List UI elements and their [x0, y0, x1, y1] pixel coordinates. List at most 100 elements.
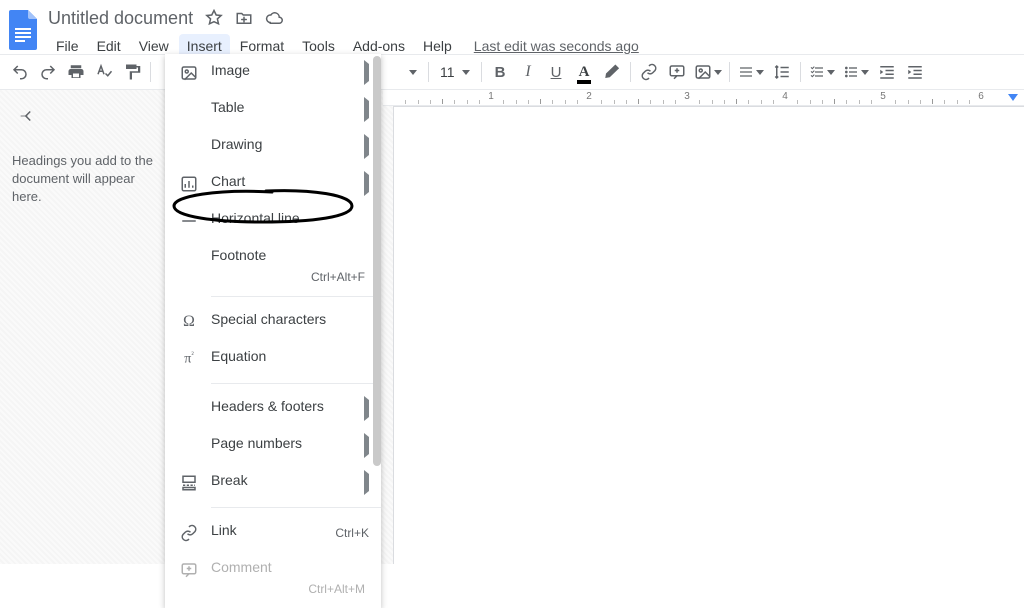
chevron-down-icon	[861, 70, 869, 75]
menu-separator	[211, 383, 381, 384]
insert-menu-item-image[interactable]: Image	[165, 54, 381, 91]
toolbar-separator	[428, 62, 429, 82]
insert-menu-item-label: Chart	[211, 173, 371, 191]
omega-icon: Ω	[179, 312, 199, 332]
insert-menu-item-chart[interactable]: Chart	[165, 165, 381, 202]
insert-menu-item-label: Break	[211, 472, 371, 490]
underline-button[interactable]: U	[542, 58, 570, 86]
insert-menu-shortcut: Ctrl+K	[335, 526, 369, 540]
submenu-arrow-icon	[364, 101, 369, 119]
highlight-color-button[interactable]	[598, 58, 626, 86]
insert-image-button[interactable]	[691, 58, 725, 86]
chevron-down-icon	[714, 70, 722, 75]
insert-menu-item-headers-footers[interactable]: Headers & footers	[165, 390, 381, 427]
toolbar: 11 B I U A	[0, 54, 1024, 90]
toolbar-separator	[729, 62, 730, 82]
toolbar-separator	[630, 62, 631, 82]
insert-menu-item-label: Page numbers	[211, 435, 371, 453]
ruler-number: 1	[488, 91, 494, 102]
print-button[interactable]	[62, 58, 90, 86]
insert-menu-item-label: Drawing	[211, 136, 371, 154]
outline-empty-tip: Headings you add to the document will ap…	[12, 152, 153, 207]
footnote-icon	[179, 248, 199, 268]
submenu-arrow-icon	[364, 138, 369, 156]
submenu-arrow-icon	[364, 400, 369, 418]
chevron-down-icon	[462, 70, 470, 75]
toolbar-separator	[800, 62, 801, 82]
menu-separator	[211, 507, 381, 508]
submenu-arrow-icon	[364, 175, 369, 193]
insert-menu-dropdown: Image Table Drawing Chart Horizontal line Foo…	[165, 54, 381, 608]
text-color-button[interactable]: A	[570, 58, 598, 86]
move-icon[interactable]	[235, 9, 253, 27]
chart-icon	[179, 174, 199, 194]
pagenum-icon	[179, 436, 199, 456]
checklist-button[interactable]	[805, 58, 839, 86]
submenu-arrow-icon	[364, 437, 369, 455]
chevron-down-icon	[409, 70, 417, 75]
last-edit-link[interactable]: Last edit was seconds ago	[474, 38, 639, 54]
redo-button[interactable]	[34, 58, 62, 86]
insert-menu-item-label: Horizontal line	[211, 210, 371, 228]
table-icon	[179, 100, 199, 120]
italic-button[interactable]: I	[514, 58, 542, 86]
chevron-down-icon	[827, 70, 835, 75]
cloud-status-icon[interactable]	[265, 9, 283, 27]
decrease-indent-button[interactable]	[873, 58, 901, 86]
pi-icon: π²	[179, 349, 199, 369]
insert-menu-item-table[interactable]: Table	[165, 91, 381, 128]
insert-menu-item-link[interactable]: LinkCtrl+K	[165, 514, 381, 551]
insert-menu-item-label: Special characters	[211, 311, 371, 329]
insert-menu-item-label: Image	[211, 62, 371, 80]
ruler-number: 2	[586, 91, 592, 102]
ruler-right-indent-icon[interactable]	[1008, 94, 1018, 101]
insert-menu-item-equation[interactable]: π²Equation	[165, 340, 381, 377]
menu-separator	[211, 296, 381, 297]
font-size-value: 11	[440, 64, 455, 80]
font-size-select[interactable]: 11	[433, 59, 477, 85]
ruler-number: 6	[978, 91, 984, 102]
titlebar: Untitled document File Edit View Insert …	[0, 0, 1024, 54]
bold-button[interactable]: B	[486, 58, 514, 86]
insert-menu-item-special-characters[interactable]: Ω Special characters	[165, 303, 381, 340]
align-button[interactable]	[734, 58, 768, 86]
ruler-number: 5	[880, 91, 886, 102]
toolbar-separator	[481, 62, 482, 82]
document-page[interactable]	[393, 106, 1024, 564]
insert-menu-item-footnote[interactable]: Footnote	[165, 239, 381, 276]
insert-menu-item-horizontal-line[interactable]: Horizontal line	[165, 202, 381, 239]
toolbar-separator	[150, 62, 151, 82]
increase-indent-button[interactable]	[901, 58, 929, 86]
ruler-number: 3	[684, 91, 690, 102]
image-icon	[179, 63, 199, 83]
submenu-arrow-icon	[364, 64, 369, 82]
bulleted-list-button[interactable]	[839, 58, 873, 86]
outline-pane: Headings you add to the document will ap…	[0, 90, 165, 564]
insert-comment-button[interactable]	[663, 58, 691, 86]
title-row: Untitled document	[48, 6, 639, 30]
ruler-number: 4	[782, 91, 788, 102]
insert-link-button[interactable]	[635, 58, 663, 86]
headers-icon	[179, 399, 199, 419]
insert-menu-item-break[interactable]: Break	[165, 464, 381, 501]
break-icon	[179, 473, 199, 493]
hr-icon	[179, 211, 199, 231]
insert-menu-item-label: Table	[211, 99, 371, 117]
undo-button[interactable]	[6, 58, 34, 86]
outline-close-button[interactable]	[12, 104, 36, 128]
title-column: Untitled document File Edit View Insert …	[48, 6, 639, 60]
star-icon[interactable]	[205, 9, 223, 27]
workspace: Headings you add to the document will ap…	[0, 90, 1024, 564]
horizontal-ruler[interactable]: 1 2 3 4 5 6	[383, 90, 1024, 106]
link-icon	[179, 523, 199, 543]
insert-menu-item-comment: Comment	[165, 551, 381, 588]
spellcheck-button[interactable]	[90, 58, 118, 86]
document-title[interactable]: Untitled document	[48, 8, 193, 29]
insert-menu-item-drawing[interactable]: Drawing	[165, 128, 381, 165]
docs-logo[interactable]	[6, 6, 42, 54]
insert-menu-item-label: Footnote	[211, 247, 371, 265]
paint-format-button[interactable]	[118, 58, 146, 86]
insert-menu-item-page-numbers[interactable]: Page numbers	[165, 427, 381, 464]
insert-menu-item-label: Headers & footers	[211, 398, 371, 416]
line-spacing-button[interactable]	[768, 58, 796, 86]
